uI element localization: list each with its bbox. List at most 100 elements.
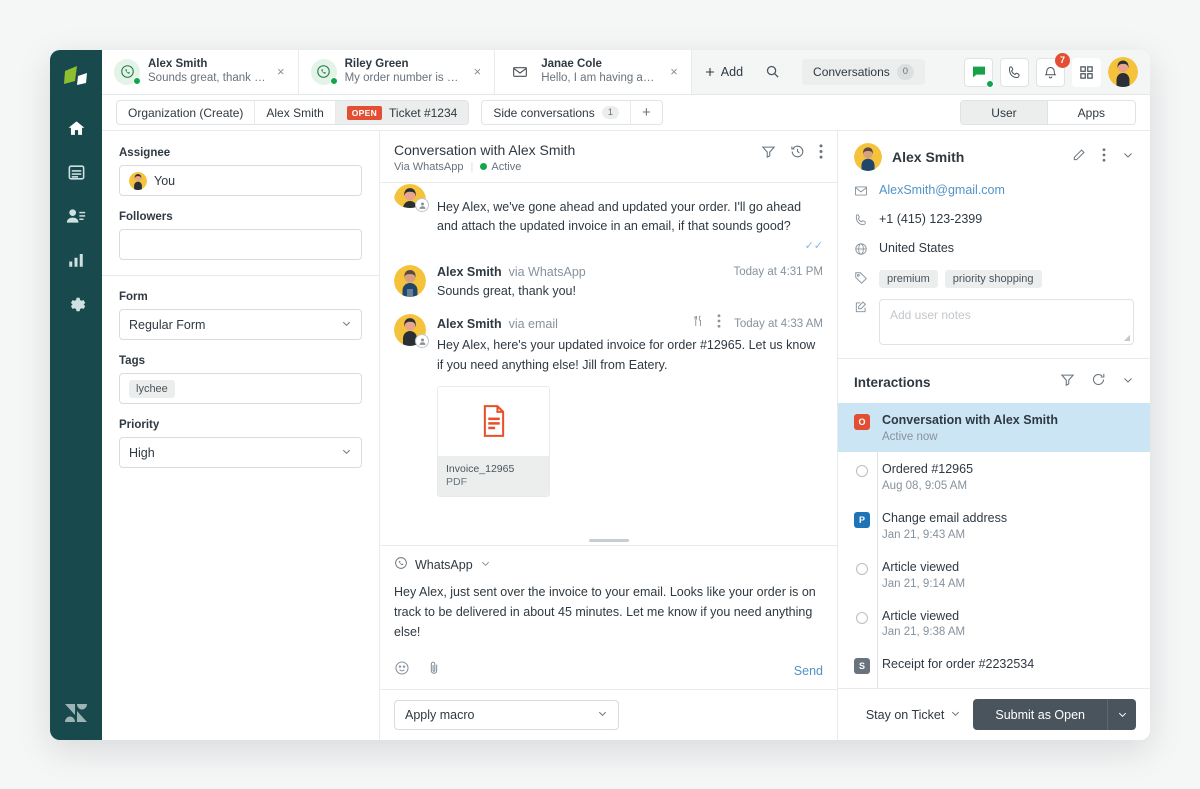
tab-close-icon[interactable]: × <box>471 64 485 79</box>
interaction-title: Receipt for order #2232534 <box>882 656 1034 673</box>
sidebar-item-views[interactable] <box>56 150 96 194</box>
list-item[interactable]: P Change email address Jan 21, 9:43 AM <box>838 501 1150 550</box>
chat-status-button[interactable] <box>964 58 993 87</box>
user-panel: Alex Smith <box>838 131 1150 740</box>
zendesk-logo-icon <box>50 700 102 726</box>
composer-input[interactable]: Hey Alex, just sent over the invoice to … <box>394 582 823 642</box>
sidebar-item-customers[interactable] <box>56 194 96 238</box>
tab-title: Riley Green <box>345 58 463 71</box>
sidebar-item-home[interactable] <box>56 106 96 150</box>
conversation-header: Conversation with Alex Smith Via WhatsAp… <box>380 131 837 183</box>
tag-chip[interactable]: lychee <box>129 380 175 398</box>
message-list[interactable]: Hey Alex, we've gone ahead and updated y… <box>380 183 837 535</box>
primary-nav-rail <box>50 50 102 740</box>
composer-channel-select[interactable]: WhatsApp <box>394 556 823 573</box>
event-marker-icon <box>856 465 868 477</box>
refresh-icon[interactable] <box>1091 372 1106 392</box>
envelope-icon <box>854 183 868 203</box>
list-item[interactable]: Article viewed Jan 21, 9:14 AM <box>838 550 1150 599</box>
priority-select[interactable]: High <box>119 437 362 468</box>
avatar-image <box>394 265 426 297</box>
list-item[interactable]: Ordered #12965 Aug 08, 9:05 AM <box>838 452 1150 501</box>
user-avatar[interactable] <box>1108 57 1138 87</box>
attachment-card[interactable]: Invoice_12965 PDF <box>437 386 550 497</box>
tags-input[interactable]: lychee <box>119 373 362 404</box>
conversation-marker-icon: O <box>854 414 870 430</box>
add-tab-button[interactable]: Add <box>692 50 755 94</box>
chevron-down-icon <box>950 708 961 722</box>
list-item[interactable]: S Receipt for order #2232534 <box>838 647 1150 684</box>
attachment-icon[interactable] <box>426 660 442 681</box>
user-email[interactable]: AlexSmith@gmail.com <box>879 183 1005 197</box>
tab-alex-smith[interactable]: Alex Smith Sounds great, thank you! × <box>102 50 299 94</box>
globe-icon <box>854 241 868 261</box>
submit-options-button[interactable] <box>1107 699 1136 730</box>
stay-on-ticket-select[interactable]: Stay on Ticket <box>866 708 962 722</box>
tab-user[interactable]: User <box>961 101 1047 124</box>
app-window: Alex Smith Sounds great, thank you! × <box>50 50 1150 740</box>
macro-bar: Apply macro <box>380 689 837 740</box>
message-channel: via email <box>509 317 558 331</box>
sidebar-item-settings[interactable] <box>56 282 96 326</box>
conversations-filter-button[interactable]: Conversations 0 <box>802 59 925 85</box>
breadcrumb-user[interactable]: Alex Smith <box>255 100 335 125</box>
followers-input[interactable] <box>119 229 362 260</box>
composer-resize-handle[interactable] <box>380 535 837 545</box>
call-button[interactable] <box>1000 58 1029 87</box>
add-side-conversation-button[interactable]: + <box>631 100 662 125</box>
receipt-marker-icon: S <box>854 658 870 674</box>
edit-icon[interactable] <box>1072 148 1086 167</box>
chevron-down-icon <box>597 708 608 722</box>
assignee-input[interactable]: You <box>119 165 362 196</box>
search-icon[interactable] <box>755 50 790 94</box>
chevron-down-icon <box>341 446 352 460</box>
pdf-file-icon <box>438 387 549 456</box>
user-tag[interactable]: premium <box>879 270 938 288</box>
filter-icon[interactable] <box>761 144 776 164</box>
interaction-time: Aug 08, 9:05 AM <box>882 480 973 492</box>
interaction-marker <box>854 461 870 492</box>
list-item[interactable]: O Conversation with Alex Smith Active no… <box>838 403 1150 452</box>
brand-logo-icon[interactable] <box>59 60 93 94</box>
history-icon[interactable] <box>790 144 805 164</box>
notifications-button[interactable]: 7 <box>1036 58 1065 87</box>
collapse-icon[interactable] <box>1122 148 1134 166</box>
user-phone-row: +1 (415) 123-2399 <box>854 212 1134 232</box>
user-notes-input[interactable]: Add user notes ◢ <box>879 299 1134 345</box>
emoji-icon[interactable] <box>394 660 410 681</box>
message-timestamp: Today at 4:33 AM <box>734 318 823 330</box>
user-name: Alex Smith <box>892 149 964 165</box>
priority-label: Priority <box>119 419 362 431</box>
tab-close-icon[interactable]: × <box>667 64 681 79</box>
user-tag[interactable]: priority shopping <box>945 270 1042 288</box>
resize-grip-icon[interactable]: ◢ <box>1124 333 1130 342</box>
message-text: Sounds great, thank you! <box>437 282 823 301</box>
more-options-icon[interactable] <box>717 314 721 333</box>
tab-close-icon[interactable]: × <box>274 64 288 79</box>
breadcrumb-ticket[interactable]: OPEN Ticket #1234 <box>336 100 469 125</box>
more-options-icon[interactable] <box>819 144 823 164</box>
breadcrumb-label: Organization (Create) <box>128 106 243 120</box>
tab-apps[interactable]: Apps <box>1048 101 1135 124</box>
list-item[interactable]: Article viewed Jan 21, 9:38 AM <box>838 599 1150 648</box>
message-item: Alex Smith via WhatsApp Today at 4:31 PM… <box>394 254 823 303</box>
assignee-value: You <box>154 174 175 188</box>
envelope-icon <box>507 59 533 85</box>
restaurant-icon[interactable] <box>692 314 704 333</box>
collapse-icon[interactable] <box>1122 373 1134 391</box>
interactions-list[interactable]: O Conversation with Alex Smith Active no… <box>838 403 1150 688</box>
apps-grid-icon[interactable] <box>1072 58 1101 87</box>
filter-icon[interactable] <box>1060 372 1075 392</box>
tab-riley-green[interactable]: Riley Green My order number is 19... × <box>299 50 496 94</box>
submit-button[interactable]: Submit as Open <box>973 699 1107 730</box>
side-conversations-tab[interactable]: Side conversations 1 <box>482 100 631 125</box>
sidebar-item-reporting[interactable] <box>56 238 96 282</box>
more-options-icon[interactable] <box>1102 148 1106 167</box>
conversation-subtitle: Via WhatsApp | Active <box>394 161 575 173</box>
form-field: Form Regular Form <box>119 291 362 340</box>
tab-janae-cole[interactable]: Janae Cole Hello, I am having an is... × <box>495 50 692 94</box>
breadcrumb-organization[interactable]: Organization (Create) <box>117 100 255 125</box>
form-select[interactable]: Regular Form <box>119 309 362 340</box>
send-button[interactable]: Send <box>794 664 823 678</box>
apply-macro-select[interactable]: Apply macro <box>394 700 619 730</box>
